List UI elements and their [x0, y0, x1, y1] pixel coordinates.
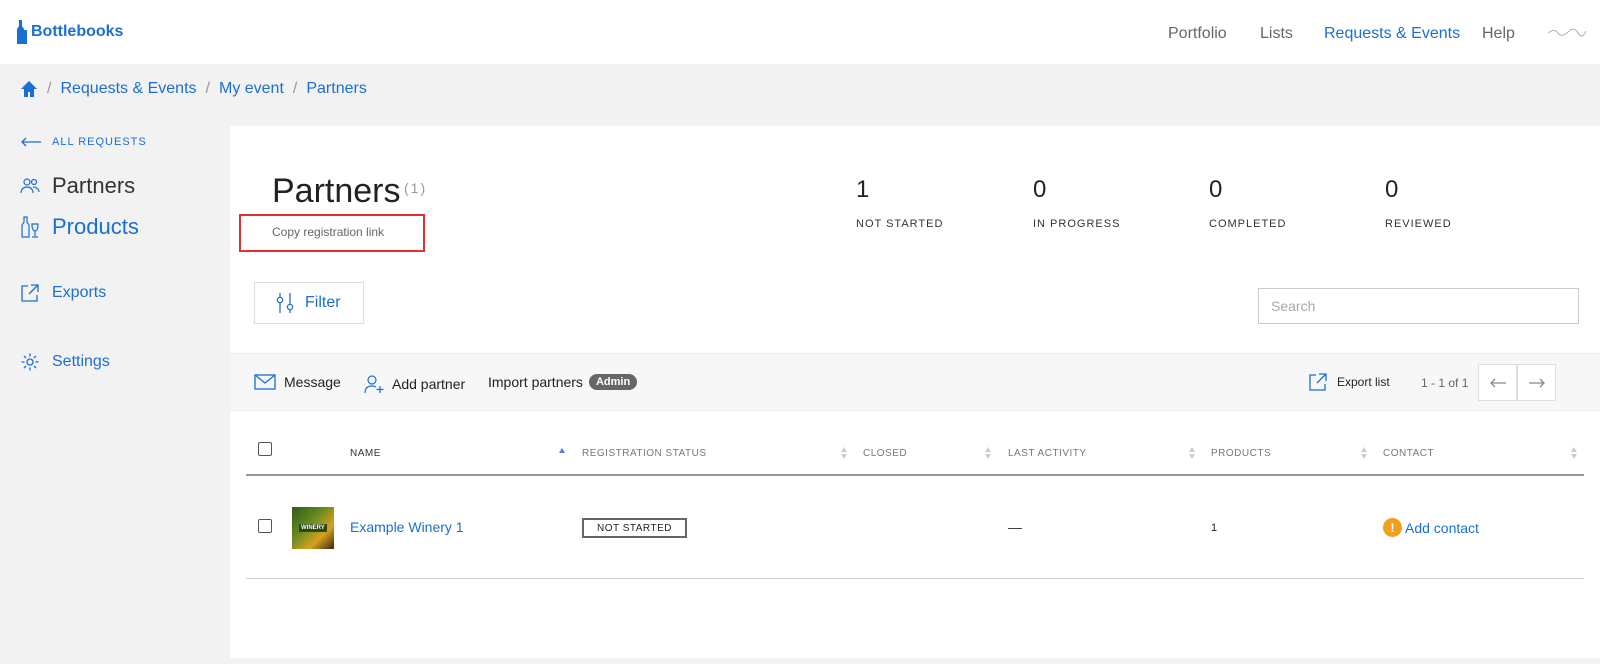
- sort-icon[interactable]: [984, 446, 992, 460]
- home-icon[interactable]: [20, 80, 38, 98]
- sidebar-item-products[interactable]: Products: [20, 214, 139, 240]
- export-list-label: Export list: [1337, 375, 1390, 389]
- nav-lists[interactable]: Lists: [1260, 25, 1293, 43]
- breadcrumb: / Requests & Events / My event / Partner…: [20, 80, 367, 98]
- column-header-products[interactable]: PRODUCTS: [1211, 448, 1271, 459]
- column-header-contact[interactable]: CONTACT: [1383, 448, 1434, 459]
- column-header-registration-status[interactable]: REGISTRATION STATUS: [582, 448, 707, 459]
- table-row-divider: [246, 578, 1584, 579]
- nav-portfolio[interactable]: Portfolio: [1168, 25, 1227, 43]
- nav-requests-events[interactable]: Requests & Events: [1324, 25, 1460, 43]
- prev-page-button[interactable]: [1478, 364, 1517, 401]
- add-user-icon: [364, 375, 384, 394]
- message-label: Message: [284, 374, 341, 390]
- stat-in-progress-label: IN PROGRESS: [1033, 218, 1121, 230]
- sidebar-item-exports[interactable]: Exports: [20, 283, 106, 303]
- thumbnail-label: WINERY: [299, 524, 327, 532]
- sidebar-item-label: Settings: [52, 353, 110, 370]
- sidebar-item-partners[interactable]: Partners: [20, 173, 135, 199]
- message-button[interactable]: Message: [254, 374, 341, 390]
- breadcrumb-my-event[interactable]: My event: [219, 80, 284, 98]
- select-all-checkbox[interactable]: [258, 442, 272, 456]
- gear-icon: [21, 353, 39, 371]
- breadcrumb-separator: /: [292, 80, 298, 97]
- column-header-closed[interactable]: CLOSED: [863, 448, 907, 459]
- pagination-count: 1 - 1 of 1: [1421, 376, 1469, 390]
- arrow-left-icon: [1489, 378, 1506, 387]
- row-checkbox[interactable]: [258, 519, 272, 533]
- copy-registration-link-label: Copy registration link: [272, 225, 385, 239]
- add-contact-link[interactable]: Add contact: [1405, 520, 1479, 536]
- stat-reviewed-label: REVIEWED: [1385, 218, 1452, 230]
- breadcrumb-requests-events[interactable]: Requests & Events: [60, 80, 196, 98]
- products-count: 1: [1211, 522, 1218, 534]
- sort-icon[interactable]: [840, 446, 848, 460]
- export-list-button[interactable]: Export list: [1308, 372, 1390, 392]
- add-partner-label: Add partner: [392, 376, 466, 392]
- envelope-icon: [254, 374, 276, 390]
- search-input[interactable]: [1258, 288, 1579, 324]
- next-page-button[interactable]: [1517, 364, 1556, 401]
- filter-sliders-icon: [276, 293, 294, 313]
- page-title: Partners: [272, 172, 401, 210]
- table-header-divider: [246, 474, 1584, 476]
- nav-help[interactable]: Help: [1482, 25, 1515, 43]
- arrow-right-icon: [1528, 378, 1545, 387]
- arrow-left-icon: [21, 137, 41, 147]
- app-logo[interactable]: Bottlebooks: [16, 20, 123, 44]
- app-name: Bottlebooks: [31, 23, 124, 40]
- partner-thumbnail: WINERY: [292, 507, 334, 549]
- stat-reviewed-value: 0: [1385, 176, 1399, 203]
- partner-count: (1): [404, 180, 428, 196]
- breadcrumb-partners[interactable]: Partners: [306, 80, 366, 98]
- copy-registration-link[interactable]: Copy registration link: [239, 214, 425, 252]
- sidebar-item-label: Exports: [52, 284, 107, 301]
- filter-button[interactable]: Filter: [254, 282, 364, 324]
- products-icon: [21, 216, 39, 238]
- sidebar-item-settings[interactable]: Settings: [20, 352, 110, 372]
- user-avatar[interactable]: [1546, 25, 1588, 39]
- add-partner-button[interactable]: Add partner: [364, 374, 465, 394]
- stat-not-started-value: 1: [856, 176, 870, 203]
- bottle-logo-icon: [17, 20, 27, 44]
- stat-completed-value: 0: [1209, 176, 1223, 203]
- last-activity-value: —: [1008, 519, 1022, 535]
- breadcrumb-separator: /: [205, 80, 210, 97]
- all-requests-link[interactable]: ALL REQUESTS: [20, 136, 147, 148]
- all-requests-label: ALL REQUESTS: [52, 136, 147, 148]
- import-partners-label: Import partners: [488, 374, 583, 390]
- admin-badge: Admin: [588, 374, 638, 390]
- filter-label: Filter: [305, 294, 341, 311]
- import-partners-button[interactable]: Import partners Admin: [488, 374, 638, 390]
- sidebar-item-label: Partners: [52, 173, 136, 198]
- warning-icon: !: [1383, 518, 1402, 537]
- stat-completed-label: COMPLETED: [1209, 218, 1287, 230]
- partners-icon: [20, 178, 40, 194]
- column-header-last-activity[interactable]: LAST ACTIVITY: [1008, 448, 1087, 459]
- stat-not-started-label: NOT STARTED: [856, 218, 944, 230]
- partner-name-link[interactable]: Example Winery 1: [350, 519, 464, 535]
- sort-icon[interactable]: [1360, 446, 1368, 460]
- sort-ascending-icon[interactable]: [558, 446, 566, 460]
- export-icon: [1309, 373, 1327, 391]
- sort-icon[interactable]: [1188, 446, 1196, 460]
- export-icon: [21, 284, 39, 302]
- column-header-name[interactable]: NAME: [350, 448, 381, 459]
- sidebar-item-label: Products: [52, 214, 139, 239]
- stat-in-progress-value: 0: [1033, 176, 1047, 203]
- sort-icon[interactable]: [1570, 446, 1578, 460]
- registration-status-badge: NOT STARTED: [582, 518, 687, 538]
- breadcrumb-separator: /: [47, 80, 52, 97]
